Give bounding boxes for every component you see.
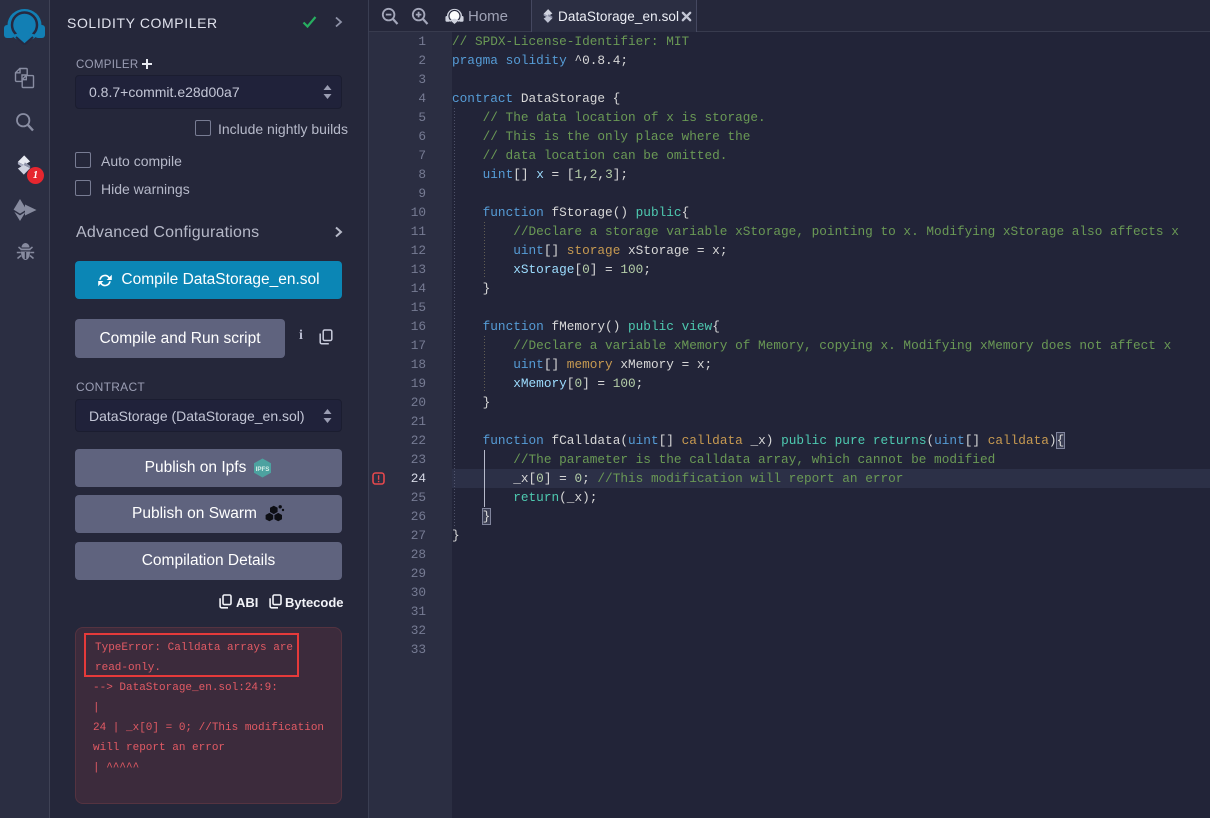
- svg-text:IPFS: IPFS: [256, 466, 270, 473]
